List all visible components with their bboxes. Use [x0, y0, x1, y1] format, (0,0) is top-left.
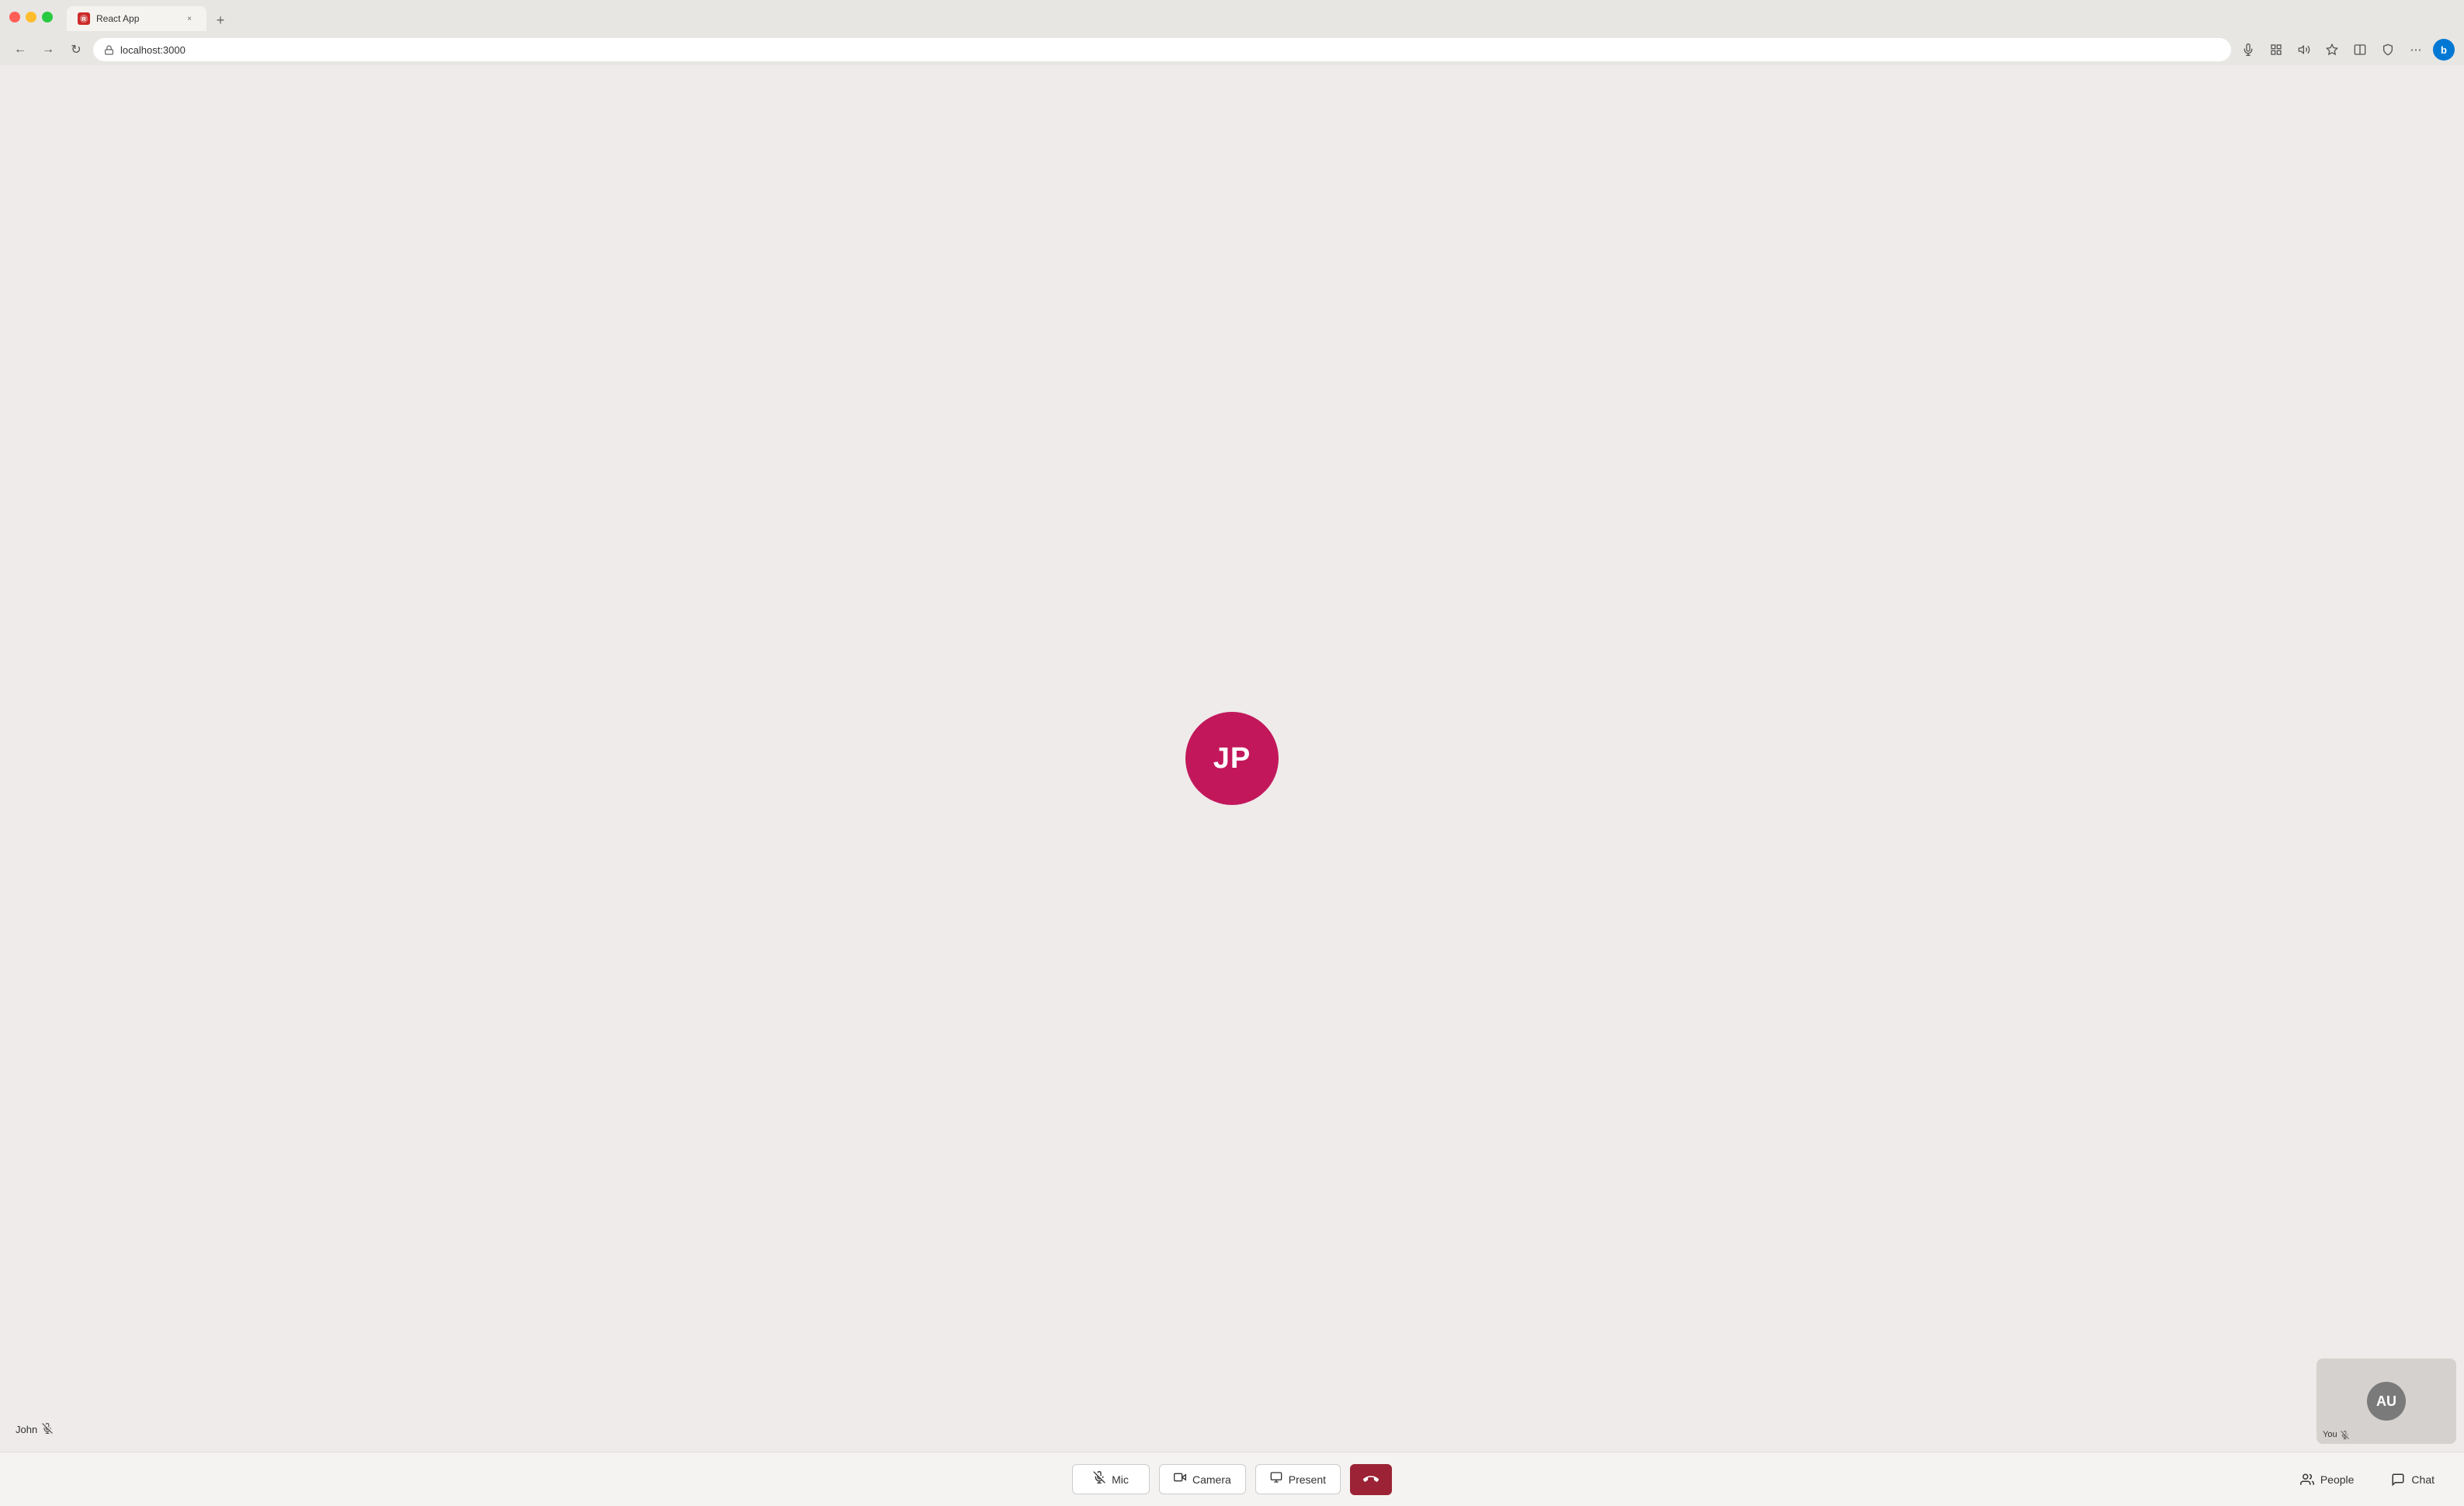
- present-label: Present: [1289, 1473, 1326, 1486]
- people-label: People: [2320, 1473, 2355, 1486]
- self-avatar: AU: [2367, 1382, 2406, 1421]
- present-button[interactable]: Present: [1255, 1464, 1341, 1494]
- close-tab-button[interactable]: ×: [183, 12, 196, 25]
- camera-label: Camera: [1192, 1473, 1231, 1486]
- traffic-lights: [9, 12, 53, 23]
- camera-button[interactable]: Camera: [1159, 1464, 1246, 1494]
- more-options-button[interactable]: ⋯: [2405, 39, 2427, 61]
- lock-icon: [104, 45, 114, 55]
- microphone-button[interactable]: [2237, 39, 2259, 61]
- end-call-icon: [1363, 1472, 1379, 1487]
- people-icon: [2300, 1473, 2314, 1487]
- tab-favicon: R: [78, 12, 90, 25]
- mic-button[interactable]: Mic: [1072, 1464, 1150, 1494]
- app-area: JP John AU You: [0, 65, 2464, 1452]
- participant-muted-icon: [42, 1423, 53, 1436]
- bing-button[interactable]: b: [2433, 39, 2455, 61]
- url-text: localhost:3000: [120, 44, 186, 56]
- mic-slash-icon: [1093, 1471, 1105, 1487]
- new-tab-button[interactable]: +: [210, 9, 231, 31]
- forward-button[interactable]: →: [37, 39, 59, 61]
- end-call-button[interactable]: [1350, 1464, 1392, 1495]
- tab-title: React App: [96, 13, 177, 24]
- chat-button[interactable]: Chat: [2377, 1466, 2448, 1493]
- present-icon: [1270, 1471, 1282, 1487]
- self-muted-icon: [2341, 1431, 2349, 1439]
- svg-text:R: R: [82, 16, 86, 23]
- maximize-window-button[interactable]: [42, 12, 53, 23]
- camera-icon: [1174, 1471, 1186, 1487]
- main-participant-avatar: JP: [1185, 712, 1279, 805]
- back-button[interactable]: ←: [9, 39, 31, 61]
- people-button[interactable]: People: [2286, 1466, 2369, 1493]
- mic-label: Mic: [1112, 1473, 1129, 1486]
- browser-actions: ⋯ b: [2237, 39, 2455, 61]
- close-window-button[interactable]: [9, 12, 20, 23]
- controls-bar: Mic Camera Present: [0, 1452, 2464, 1506]
- right-controls: People Chat: [2286, 1466, 2448, 1493]
- split-view-button[interactable]: [2349, 39, 2371, 61]
- tab-bar: R React App × +: [59, 3, 239, 31]
- url-bar[interactable]: localhost:3000: [93, 38, 2231, 61]
- participant-label: John: [16, 1423, 53, 1436]
- self-label: You: [2323, 1430, 2349, 1439]
- favorites-button[interactable]: [2321, 39, 2343, 61]
- address-bar: ← → ↻ localhost:3000: [0, 34, 2464, 65]
- browser-shield-button[interactable]: [2377, 39, 2399, 61]
- minimize-window-button[interactable]: [26, 12, 36, 23]
- reload-button[interactable]: ↻: [65, 39, 87, 61]
- chat-label: Chat: [2411, 1473, 2435, 1486]
- participant-name: John: [16, 1424, 37, 1435]
- extensions-button[interactable]: [2265, 39, 2287, 61]
- self-view-tile: AU You: [2317, 1359, 2456, 1444]
- title-bar: R React App × +: [0, 0, 2464, 34]
- browser-tab[interactable]: R React App ×: [67, 6, 206, 31]
- chat-icon: [2391, 1473, 2405, 1487]
- read-aloud-button[interactable]: [2293, 39, 2315, 61]
- browser-chrome: R React App × + ← → ↻ localhost:3000: [0, 0, 2464, 65]
